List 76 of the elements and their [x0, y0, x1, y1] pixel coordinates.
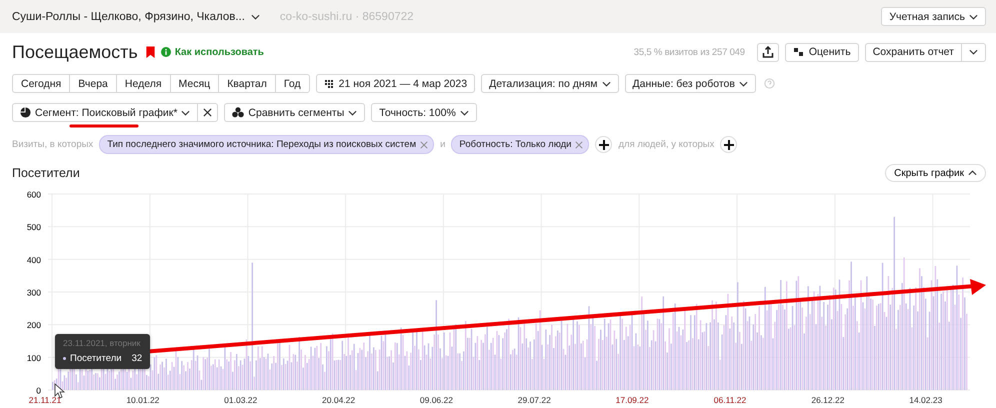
x-axis-label: 14.02.23 — [909, 395, 942, 405]
chevron-icon — [738, 80, 748, 86]
y-axis-label: 300 — [26, 288, 41, 298]
chevron-icon — [602, 80, 611, 86]
tooltip-series: Посетители — [70, 353, 122, 364]
period-tab[interactable]: Месяц — [170, 74, 220, 93]
share-button[interactable] — [756, 42, 779, 62]
add-button[interactable] — [720, 136, 738, 153]
tooltip-date: 23.11.2021, вторник — [63, 338, 142, 348]
date-range-button[interactable]: 21 ноя 2021 — 4 мар 2023 — [316, 74, 476, 93]
y-axis-label: 500 — [26, 222, 41, 232]
chart-title: Посетители — [12, 166, 80, 180]
add-button[interactable] — [595, 136, 612, 153]
hide-chart-button[interactable]: Скрыть график — [885, 164, 986, 182]
y-axis-label: 600 — [26, 190, 41, 200]
y-axis-label: 200 — [26, 320, 41, 330]
chevron-icon — [348, 110, 358, 116]
period-tab[interactable]: Вчера — [69, 74, 117, 93]
y-axis-label: 100 — [26, 352, 41, 363]
remove-icon[interactable] — [420, 140, 428, 148]
remove-icon[interactable] — [575, 140, 584, 148]
sample-info: 35,5 % визитов из 257 049 — [634, 46, 745, 58]
chevron-icon — [181, 110, 190, 116]
squares-icon — [792, 47, 805, 57]
x-axis-label: 17.09.22 — [616, 395, 649, 405]
tooltip-value: 32 — [132, 353, 142, 364]
site-meta: co-ko-sushi.ru · 86590722 — [280, 10, 414, 22]
y-axis-label: 0 — [36, 386, 41, 396]
x-axis-label: 01.03.22 — [224, 395, 258, 405]
report-title: Посещаемость — [12, 42, 138, 62]
close-icon — [203, 108, 212, 117]
rate-button[interactable]: Оценить — [784, 42, 859, 62]
x-axis-label: 20.04.22 — [322, 395, 356, 405]
dropdown-button[interactable] — [962, 42, 986, 62]
series-dot — [63, 357, 66, 360]
upload-icon — [762, 46, 774, 58]
close-button[interactable] — [198, 103, 218, 122]
y-axis-label: 400 — [26, 254, 41, 265]
x-axis-label: 29.07.22 — [518, 395, 551, 405]
segment-dropdown[interactable]: Сегмент: Поисковый график* — [12, 103, 198, 122]
filter-chip[interactable]: Роботность: Только люди — [451, 135, 590, 154]
info-icon — [160, 47, 171, 57]
plus-icon — [724, 140, 734, 150]
x-axis-label: 06.11.22 — [714, 395, 746, 405]
help-link[interactable]: Как использовать — [174, 46, 264, 58]
save-report-button[interactable]: Сохранить отчет — [864, 42, 962, 62]
compare-segments-dropdown[interactable]: Сравнить сегменты — [224, 103, 366, 122]
filter-chip[interactable]: Тип последнего значимого источника: Переходы из поисковых систем — [99, 135, 434, 154]
chevron-icon — [969, 49, 978, 55]
account-button[interactable]: Учетная запись — [881, 7, 986, 26]
period-tab[interactable]: Квартал — [218, 74, 276, 93]
pie-icon — [20, 107, 31, 118]
filter-prefix: Визиты, в которых — [12, 139, 94, 150]
cursor-icon — [54, 383, 66, 399]
calendar-icon — [324, 79, 335, 88]
circles-icon — [232, 107, 244, 118]
plus-icon — [598, 140, 609, 150]
x-axis-label: 10.01.22 — [126, 395, 160, 405]
detail-dropdown[interactable]: Детализация: по дням — [481, 74, 619, 93]
people-filter-label: для людей, у которых — [618, 139, 714, 150]
period-tab[interactable]: Сегодня — [12, 74, 70, 93]
chevron-icon — [460, 110, 469, 116]
chevron-icon — [968, 170, 977, 176]
period-tab[interactable]: Год — [274, 74, 310, 93]
x-axis-label: 21.11.21 — [28, 395, 62, 405]
accuracy-dropdown[interactable]: Точность: 100% — [371, 103, 477, 122]
underline-annotation — [69, 124, 139, 128]
bookmark-icon[interactable] — [146, 46, 155, 58]
filter-joiner: и — [440, 139, 446, 150]
x-axis-label: 26.12.22 — [811, 395, 844, 405]
chevron-icon[interactable] — [250, 14, 260, 20]
chevron-icon — [969, 14, 978, 20]
data-filter-dropdown[interactable]: Данные: без роботов — [624, 74, 756, 93]
x-axis-label: 09.06.22 — [420, 395, 453, 405]
site-name[interactable]: Суши-Роллы - Щелково, Фрязино, Чкалов... — [12, 10, 245, 22]
period-tab[interactable]: Неделя — [116, 74, 171, 93]
